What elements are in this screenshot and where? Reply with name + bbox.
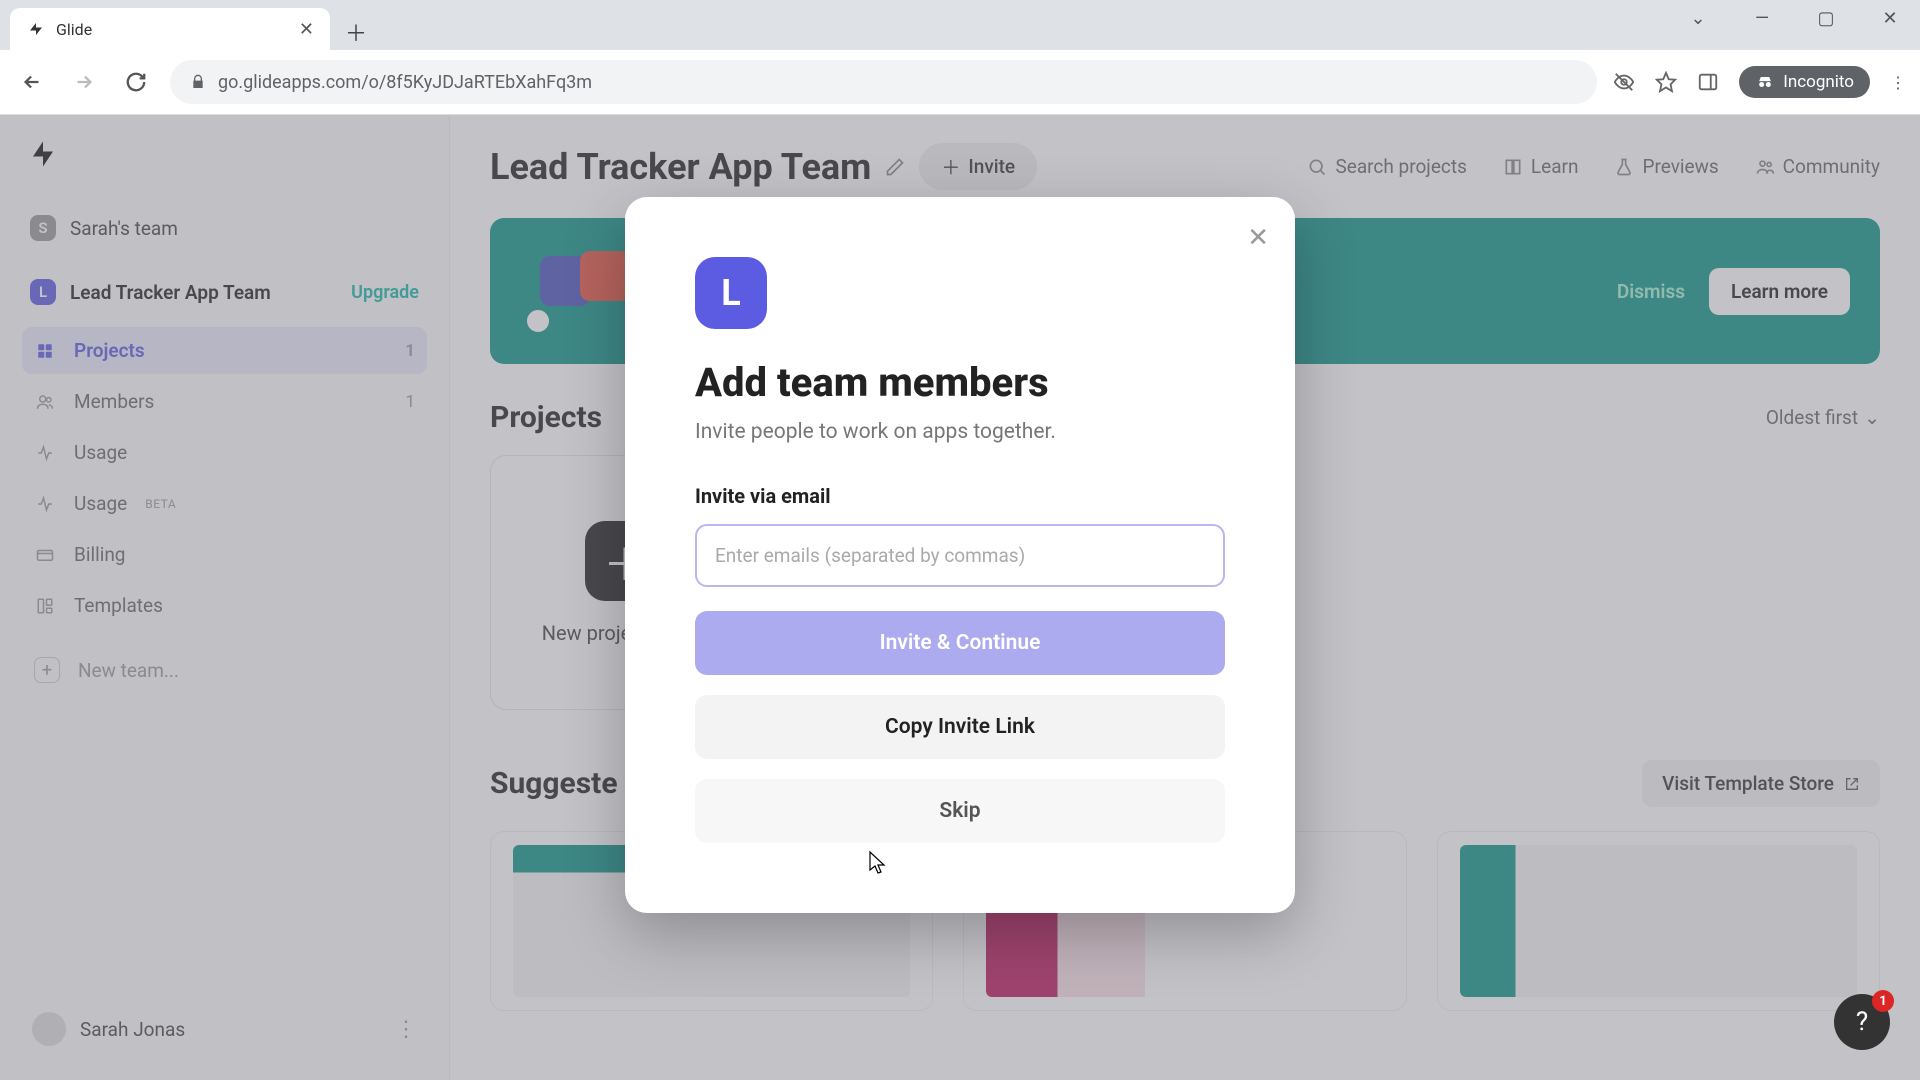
browser-chrome: ⌄ — ▢ ✕ Glide ✕ ＋ go.glideapps.com/o/8f5… — [0, 0, 1920, 115]
help-button[interactable]: ? 1 — [1834, 994, 1890, 1050]
lock-icon — [190, 74, 206, 90]
reload-button[interactable] — [118, 64, 154, 100]
email-input[interactable] — [695, 524, 1225, 587]
tab-bar: Glide ✕ ＋ — [0, 0, 1920, 50]
skip-button[interactable]: Skip — [695, 779, 1225, 843]
new-tab-button[interactable]: ＋ — [338, 14, 374, 50]
close-window-icon[interactable]: ✕ — [1870, 8, 1910, 29]
copy-invite-link-button[interactable]: Copy Invite Link — [695, 695, 1225, 759]
app-root: S Sarah's team L Lead Tracker App Team U… — [0, 115, 1920, 1080]
incognito-label: Incognito — [1783, 72, 1854, 92]
incognito-icon — [1755, 72, 1775, 92]
url-text: go.glideapps.com/o/8f5KyJDJaRTEbXahFq3m — [218, 72, 592, 93]
team-badge-icon: L — [695, 257, 767, 329]
eye-off-icon[interactable] — [1613, 71, 1635, 93]
browser-tab[interactable]: Glide ✕ — [10, 8, 330, 50]
window-controls: ⌄ — ▢ ✕ — [1678, 8, 1910, 29]
maximize-icon[interactable]: ▢ — [1806, 8, 1846, 29]
add-members-modal: ✕ L Add team members Invite people to wo… — [625, 197, 1295, 913]
modal-label: Invite via email — [695, 484, 1225, 508]
star-icon[interactable] — [1655, 71, 1677, 93]
address-bar[interactable]: go.glideapps.com/o/8f5KyJDJaRTEbXahFq3m — [170, 60, 1597, 104]
close-icon[interactable]: ✕ — [1247, 223, 1269, 253]
incognito-badge[interactable]: Incognito — [1739, 66, 1870, 98]
kebab-menu-icon[interactable]: ⋮ — [1890, 73, 1906, 92]
modal-title: Add team members — [695, 359, 1225, 406]
browser-right-icons: Incognito ⋮ — [1613, 66, 1906, 98]
close-tab-icon[interactable]: ✕ — [299, 19, 314, 40]
notification-badge: 1 — [1872, 990, 1894, 1012]
minimize-icon[interactable]: — — [1742, 8, 1782, 29]
back-button[interactable] — [14, 64, 50, 100]
address-bar-row: go.glideapps.com/o/8f5KyJDJaRTEbXahFq3m … — [0, 50, 1920, 115]
chevron-down-icon[interactable]: ⌄ — [1678, 8, 1718, 29]
modal-subtitle: Invite people to work on apps together. — [695, 420, 1225, 444]
panel-icon[interactable] — [1697, 71, 1719, 93]
tab-title: Glide — [56, 20, 92, 39]
forward-button[interactable] — [66, 64, 102, 100]
invite-continue-button[interactable]: Invite & Continue — [695, 611, 1225, 675]
glide-favicon-icon — [26, 19, 46, 39]
